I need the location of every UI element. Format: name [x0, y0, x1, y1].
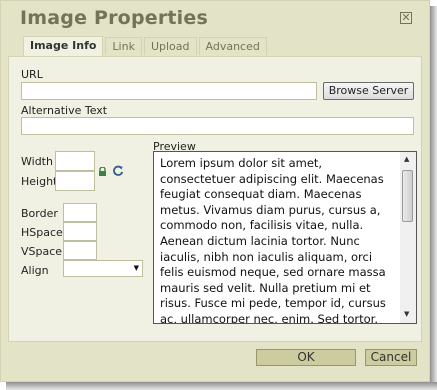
dialog-shadow-right	[430, 6, 437, 390]
hspace-input[interactable]	[63, 222, 97, 241]
border-label: Border	[21, 207, 58, 220]
vspace-label: VSpace	[21, 245, 63, 258]
browse-server-button[interactable]: Browse Server	[323, 82, 414, 100]
scroll-down-icon[interactable]: ▼	[404, 310, 409, 318]
url-input[interactable]	[21, 82, 317, 100]
align-label: Align	[21, 264, 49, 277]
ok-button[interactable]: OK	[256, 349, 356, 366]
border-input[interactable]	[63, 203, 97, 222]
cancel-button[interactable]: Cancel	[365, 349, 417, 366]
align-select[interactable]: ▼	[63, 260, 143, 277]
preview-scrollbar[interactable]: ▲ ▼	[400, 152, 416, 323]
height-label: Height	[21, 175, 58, 188]
height-input[interactable]	[55, 171, 95, 191]
alt-text-input[interactable]	[21, 117, 414, 135]
url-label: URL	[21, 68, 43, 81]
tab-link[interactable]: Link	[105, 37, 142, 55]
tab-advanced[interactable]: Advanced	[198, 37, 267, 55]
tab-upload[interactable]: Upload	[143, 37, 197, 55]
lock-icon[interactable]	[98, 167, 107, 176]
preview-text: Lorem ipsum dolor sit amet, consectetuer…	[160, 156, 386, 324]
width-label: Width	[21, 155, 53, 168]
dialog-title: Image Properties	[20, 7, 208, 29]
dialog-shadow-bottom	[6, 382, 437, 390]
alt-text-label: Alternative Text	[21, 104, 108, 117]
close-icon[interactable]: ✕	[400, 12, 412, 24]
scrollbar-thumb[interactable]	[402, 170, 413, 222]
vspace-input[interactable]	[63, 241, 97, 260]
tab-image-info[interactable]: Image Info	[23, 36, 104, 56]
refresh-icon[interactable]	[112, 165, 124, 177]
scroll-up-icon[interactable]: ▲	[404, 155, 409, 163]
image-properties-dialog: Image Properties ✕ Image Info Link Uploa…	[0, 0, 430, 382]
tab-bar: Image Info Link Upload Advanced	[23, 36, 267, 56]
width-input[interactable]	[55, 151, 95, 171]
hspace-label: HSpace	[21, 226, 63, 239]
preview-box: Lorem ipsum dolor sit amet, consectetuer…	[153, 151, 417, 324]
chevron-down-icon: ▼	[133, 264, 139, 272]
